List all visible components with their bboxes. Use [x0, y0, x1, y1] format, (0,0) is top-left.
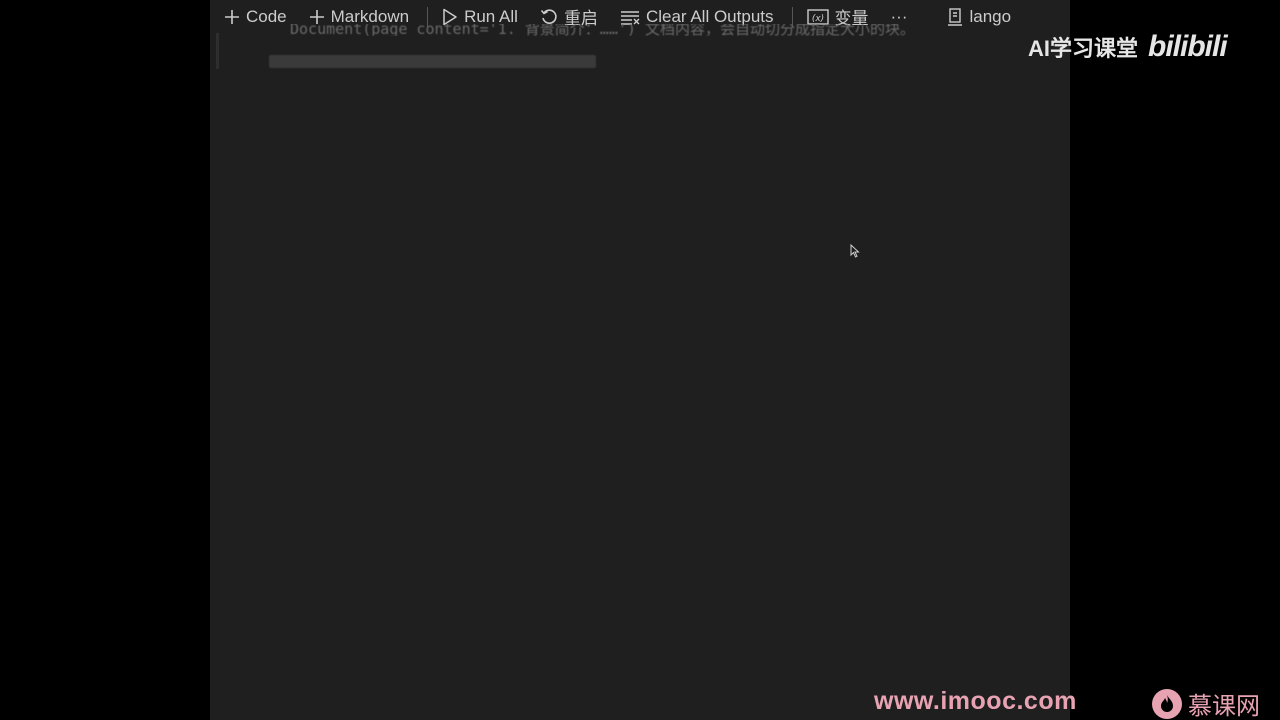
notebook-editor: Code Markdown Run All 重启 Clear All Outpu…	[210, 0, 1070, 720]
toolbar-divider	[791, 6, 793, 27]
output-scrollbar[interactable]	[269, 55, 596, 68]
brand-watermark: AI学习课堂 bilibili	[1028, 30, 1228, 64]
imooc-watermark: 慕课网	[1152, 686, 1260, 720]
clear-outputs-icon	[620, 9, 640, 25]
plus-icon	[309, 9, 325, 25]
clear-all-outputs-label: Clear All Outputs	[645, 6, 774, 26]
screen: Code Markdown Run All 重启 Clear All Outpu…	[0, 0, 1280, 720]
run-all-label: Run All	[464, 6, 518, 26]
svg-text:(x): (x)	[811, 14, 823, 24]
kernel-icon	[947, 7, 963, 26]
restart-icon	[540, 8, 558, 26]
mouse-pointer-icon	[850, 243, 860, 263]
variables-icon: (x)	[806, 8, 829, 26]
plus-icon	[224, 9, 240, 25]
toolbar-divider	[427, 6, 429, 27]
flame-icon	[1152, 688, 1182, 719]
brand-watermark-text: AI学习课堂	[1028, 36, 1139, 61]
add-code-cell-label: Code	[246, 6, 287, 26]
cell-status-bar	[216, 33, 219, 69]
bilibili-logo: bilibili	[1148, 30, 1228, 63]
more-actions-label: ···	[890, 6, 908, 26]
kernel-label: lango	[969, 6, 1012, 26]
imooc-watermark-text: 慕课网	[1188, 693, 1260, 720]
site-url-watermark: www.imooc.com	[874, 687, 1077, 715]
add-code-cell-button[interactable]: Code	[224, 0, 287, 33]
play-icon	[442, 8, 458, 26]
add-markdown-cell-label: Markdown	[330, 6, 410, 26]
